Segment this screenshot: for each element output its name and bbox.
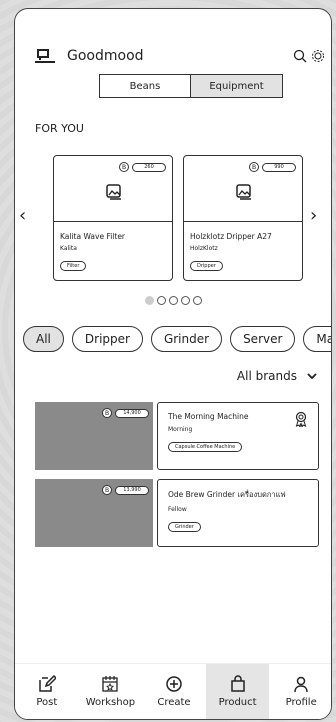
price-value: 13,990 (115, 485, 149, 495)
calendar-icon (102, 676, 119, 692)
carousel-pagination (145, 296, 202, 305)
chip-dripper[interactable]: Dripper (71, 326, 143, 352)
product-brand: Kalita (60, 245, 77, 252)
chip-all[interactable]: All (23, 326, 64, 352)
price-value: 14,900 (115, 408, 149, 418)
price-value: 260 (132, 162, 166, 172)
pagination-dot[interactable] (181, 296, 190, 305)
chevron-down-icon (307, 372, 317, 379)
segment-control: Beans Equipment (99, 74, 283, 98)
segment-beans[interactable]: Beans (99, 74, 191, 98)
price-badge: B 260 (119, 162, 166, 172)
product-row[interactable]: B 13,990 Ode Brew Grinder เครื่องบดกาแฟ … (35, 479, 319, 547)
nav-profile[interactable]: Profile (269, 664, 331, 719)
section-title: FOR YOU (35, 122, 84, 135)
product-thumbnail: B 14,900 (35, 402, 153, 470)
price-badge: B 13,990 (102, 485, 149, 495)
nav-post[interactable]: Post (15, 664, 79, 719)
app-brand: Goodmood (67, 48, 144, 64)
image-placeholder-icon (236, 184, 251, 200)
carousel-next-arrow[interactable]: › (310, 205, 317, 226)
carousel-prev-arrow[interactable]: ‹ (19, 205, 26, 226)
currency-icon: B (119, 162, 129, 172)
product-brand: Fellow (168, 506, 187, 513)
price-badge: B 14,900 (102, 408, 149, 418)
nav-product[interactable]: Product (205, 664, 270, 719)
chip-more[interactable]: Ma (303, 326, 331, 352)
currency-icon: B (102, 408, 112, 418)
bottom-nav: Post Workshop Create Product Profile (15, 663, 331, 719)
product-name: Holzklotz Dripper A27 (190, 232, 272, 241)
brand-filter[interactable]: All brands (237, 369, 317, 383)
gear-icon[interactable] (311, 49, 325, 63)
search-icon[interactable] (293, 49, 307, 63)
pagination-dot[interactable] (157, 296, 166, 305)
nav-label: Product (218, 697, 257, 708)
featured-card[interactable]: B 990 Holzklotz Dripper A27 HolzKlotz Dr… (183, 155, 303, 281)
currency-icon: B (249, 162, 259, 172)
nav-workshop[interactable]: Workshop (79, 664, 143, 719)
product-name: Kalita Wave Filter (60, 232, 126, 241)
brand-filter-label: All brands (236, 369, 297, 383)
user-icon (294, 676, 308, 693)
edit-icon (39, 675, 56, 692)
image-placeholder-icon (106, 184, 121, 200)
product-brand: Morning (168, 426, 193, 433)
product-tag: Filter (60, 261, 87, 271)
bag-icon (230, 675, 245, 692)
segment-equipment[interactable]: Equipment (191, 74, 283, 98)
pagination-dot[interactable] (193, 296, 202, 305)
award-icon (295, 411, 307, 427)
product-tag: Dripper (190, 261, 223, 271)
nav-label: Workshop (85, 697, 136, 708)
nav-label: Profile (285, 697, 317, 708)
plus-circle-icon (166, 676, 182, 692)
nav-create[interactable]: Create (142, 664, 206, 719)
nav-label: Post (36, 697, 58, 708)
currency-icon: B (102, 485, 112, 495)
pagination-dot[interactable] (145, 296, 154, 305)
nav-label: Create (157, 697, 191, 708)
product-name: Ode Brew Grinder เครื่องบดกาแฟ (168, 490, 286, 499)
product-row[interactable]: B 14,900 The Morning Machine Morning Cap… (35, 402, 319, 470)
pagination-dot[interactable] (169, 296, 178, 305)
product-brand: HolzKlotz (190, 245, 218, 252)
product-thumbnail: B 13,990 (35, 479, 153, 547)
app-header: Goodmood (35, 41, 325, 71)
category-chips: All Dripper Grinder Server Ma (23, 326, 331, 352)
chip-grinder[interactable]: Grinder (150, 326, 223, 352)
price-value: 990 (262, 162, 296, 172)
logo-icon (35, 49, 55, 63)
chip-server[interactable]: Server (230, 326, 296, 352)
phone-screen: Goodmood Beans Equipment FOR YOU ‹ B 260… (14, 8, 332, 720)
featured-carousel: ‹ B 260 Kalita Wave Filter Kalita Filter… (15, 155, 331, 281)
featured-card[interactable]: B 260 Kalita Wave Filter Kalita Filter (53, 155, 173, 281)
product-tag: Grinder (168, 522, 201, 532)
price-badge: B 990 (249, 162, 296, 172)
product-tag: Capsule Coffee Machine (168, 442, 243, 452)
